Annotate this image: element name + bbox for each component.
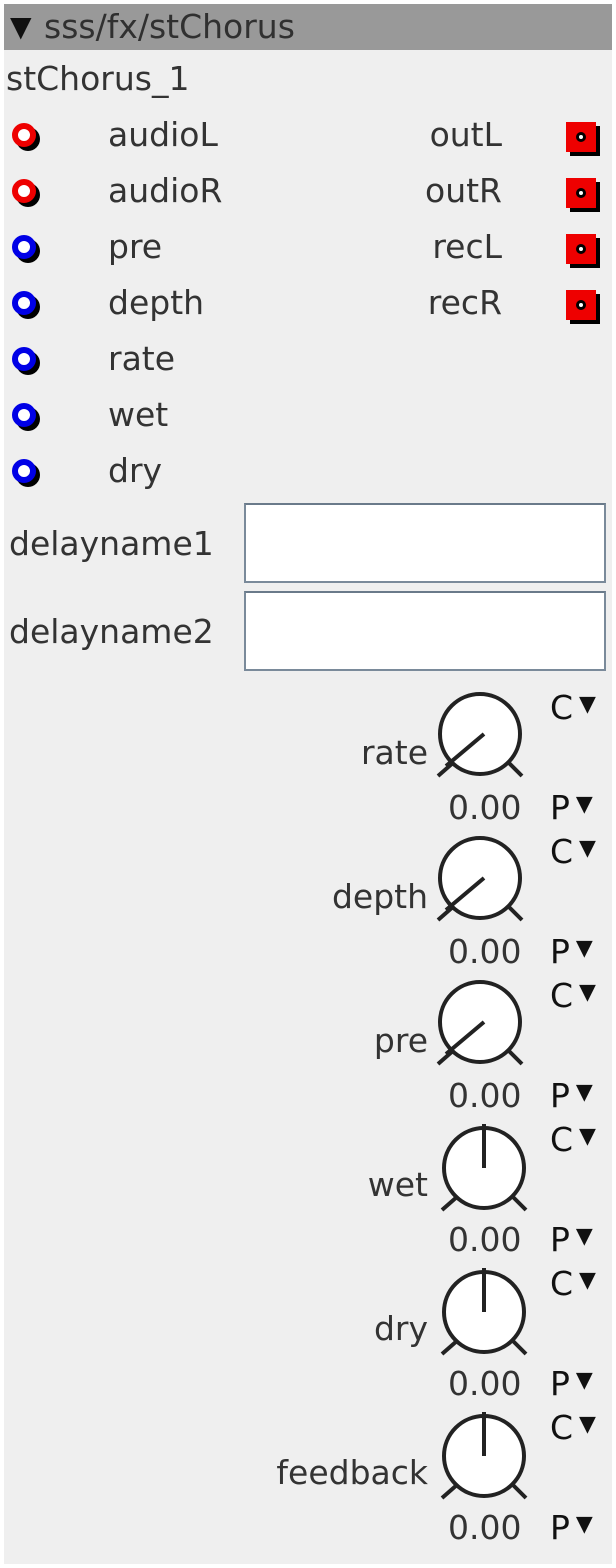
inlet-label: wet	[108, 395, 169, 434]
field-row-delayname2: delayname2	[4, 589, 612, 675]
port-row: rate	[4, 334, 612, 384]
knob-row-depth: depth 0.00 C ▼ P ▼	[4, 828, 612, 972]
inlet-label: audioR	[108, 171, 223, 210]
pre-knob[interactable]	[434, 978, 534, 1072]
mode-c-label: C	[550, 688, 574, 727]
knob-value: 0.00	[448, 1508, 522, 1547]
dropdown-arrow-icon: ▼	[575, 1080, 593, 1105]
dropdown-arrow-icon: ▼	[579, 692, 596, 717]
mode-c-label: C	[550, 1264, 574, 1303]
knob-row-dry: dry 0.00 C ▼ P ▼	[4, 1260, 612, 1404]
mode-p-dropdown[interactable]: P ▼	[550, 1506, 593, 1555]
knob-row-wet: wet 0.00 C ▼ P ▼	[4, 1116, 612, 1260]
module-panel: ▼ sss/fx/stChorus stChorus_1 audioL outL…	[4, 4, 612, 1564]
collapse-triangle-icon[interactable]: ▼	[10, 4, 32, 50]
knob-row-rate: rate 0.00 C ▼ P ▼	[4, 684, 612, 828]
dry-knob[interactable]	[434, 1266, 534, 1360]
dropdown-arrow-icon: ▼	[579, 980, 596, 1005]
control-inlet-icon[interactable]	[12, 347, 40, 375]
delayname1-label: delayname1	[9, 524, 214, 563]
port-row: dry	[4, 446, 612, 496]
rate-knob[interactable]	[434, 690, 534, 784]
knob-label: feedback	[276, 1453, 428, 1492]
knob-label: depth	[331, 877, 428, 916]
control-inlet-icon[interactable]	[12, 235, 40, 263]
audio-outlet-icon[interactable]	[566, 122, 600, 156]
knob-row-pre: pre 0.00 C ▼ P ▼	[4, 972, 612, 1116]
knob-row-feedback: feedback 0.00 C ▼ P ▼	[4, 1404, 612, 1548]
knob-label: wet	[367, 1165, 428, 1204]
mode-c-dropdown[interactable]: C ▼	[550, 686, 596, 735]
audio-outlet-icon[interactable]	[566, 290, 600, 324]
depth-knob[interactable]	[434, 834, 534, 928]
knob-label: pre	[373, 1021, 428, 1060]
inlet-label: dry	[108, 451, 163, 490]
mode-c-label: C	[550, 1408, 574, 1447]
inlet-label: depth	[108, 283, 205, 322]
field-row-delayname1: delayname1	[4, 501, 612, 587]
dropdown-arrow-icon: ▼	[575, 1368, 593, 1393]
knob-value: 0.00	[448, 788, 522, 827]
knob-label: rate	[360, 733, 428, 772]
port-row: wet	[4, 390, 612, 440]
delayname2-input[interactable]	[244, 591, 606, 671]
feedback-knob[interactable]	[434, 1410, 534, 1504]
knob-label: dry	[373, 1309, 428, 1348]
outlet-label: recR	[427, 283, 502, 322]
mode-c-dropdown[interactable]: C ▼	[550, 830, 596, 879]
audio-inlet-icon[interactable]	[12, 179, 40, 207]
mode-c-dropdown[interactable]: C ▼	[550, 1262, 596, 1311]
inlet-label: pre	[108, 227, 163, 266]
delayname1-input[interactable]	[244, 503, 606, 583]
control-inlet-icon[interactable]	[12, 291, 40, 319]
instance-name[interactable]: stChorus_1	[6, 56, 189, 102]
knob-value: 0.00	[448, 1076, 522, 1115]
audio-inlet-icon[interactable]	[12, 123, 40, 151]
knob-value: 0.00	[448, 1364, 522, 1403]
mode-p-label: P	[550, 1076, 570, 1115]
audio-outlet-icon[interactable]	[566, 178, 600, 212]
dropdown-arrow-icon: ▼	[579, 1124, 596, 1149]
control-inlet-icon[interactable]	[12, 459, 40, 487]
inlet-label: audioL	[108, 115, 218, 154]
dropdown-arrow-icon: ▼	[579, 836, 596, 861]
dropdown-arrow-icon: ▼	[579, 1412, 596, 1437]
mode-p-label: P	[550, 1220, 570, 1259]
wet-knob[interactable]	[434, 1122, 534, 1216]
port-row: pre recL	[4, 222, 612, 272]
dropdown-arrow-icon: ▼	[579, 1268, 596, 1293]
port-row: audioL outL	[4, 110, 612, 160]
mode-c-label: C	[550, 1120, 574, 1159]
module-header[interactable]: ▼ sss/fx/stChorus	[4, 4, 612, 50]
delayname2-label: delayname2	[9, 612, 214, 651]
module-path-title: sss/fx/stChorus	[44, 7, 295, 46]
mode-c-label: C	[550, 976, 574, 1015]
mode-p-label: P	[550, 1364, 570, 1403]
mode-p-label: P	[550, 1508, 570, 1547]
outlet-label: outR	[425, 171, 502, 210]
mode-c-label: C	[550, 832, 574, 871]
knob-value: 0.00	[448, 932, 522, 971]
port-row: depth recR	[4, 278, 612, 328]
dropdown-arrow-icon: ▼	[575, 1512, 593, 1537]
audio-outlet-icon[interactable]	[566, 234, 600, 268]
dropdown-arrow-icon: ▼	[575, 1224, 593, 1249]
mode-p-label: P	[550, 932, 570, 971]
knob-value: 0.00	[448, 1220, 522, 1259]
dropdown-arrow-icon: ▼	[575, 936, 593, 961]
inlet-label: rate	[108, 339, 176, 378]
mode-c-dropdown[interactable]: C ▼	[550, 1406, 596, 1455]
outlet-label: recL	[432, 227, 502, 266]
mode-p-label: P	[550, 788, 570, 827]
port-row: audioR outR	[4, 166, 612, 216]
control-inlet-icon[interactable]	[12, 403, 40, 431]
mode-c-dropdown[interactable]: C ▼	[550, 1118, 596, 1167]
dropdown-arrow-icon: ▼	[575, 792, 593, 817]
outlet-label: outL	[429, 115, 502, 154]
mode-c-dropdown[interactable]: C ▼	[550, 974, 596, 1023]
